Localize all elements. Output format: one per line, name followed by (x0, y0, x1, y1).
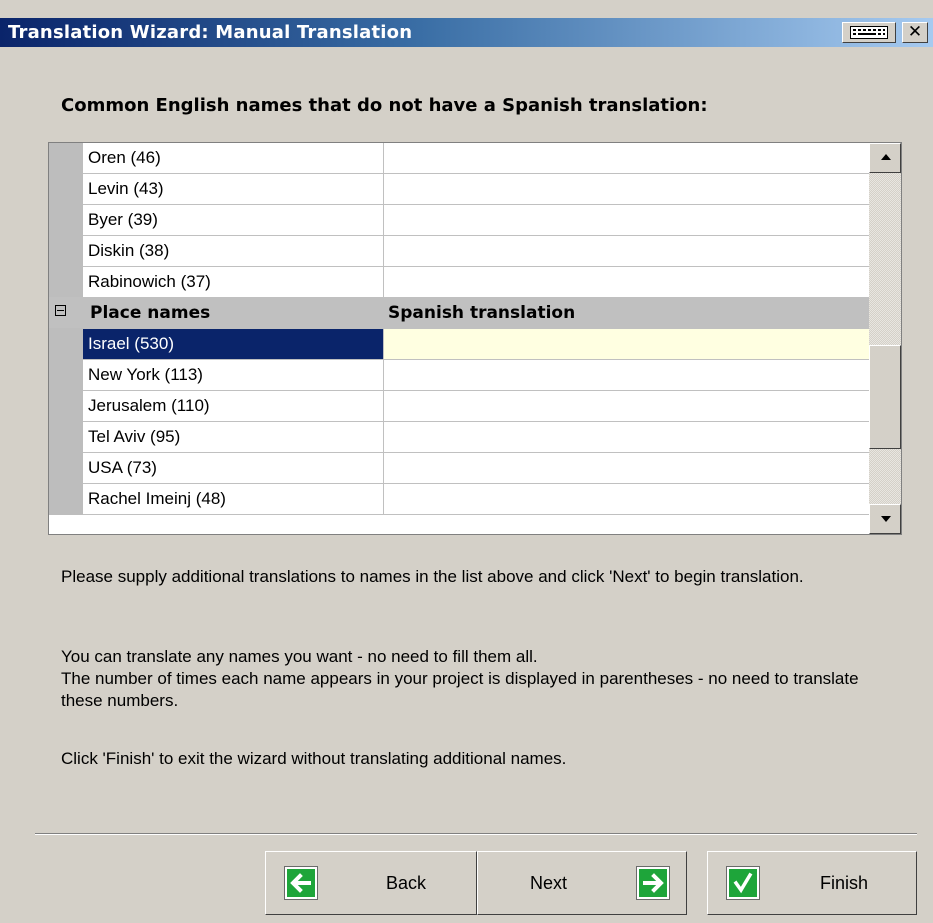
name-cell[interactable]: Israel (530) (83, 329, 384, 359)
arrow-right-icon (636, 866, 670, 900)
back-button[interactable]: Back (265, 851, 477, 915)
instruction-numbers: The number of times each name appears in… (61, 669, 859, 710)
table-row[interactable]: Rachel Imeinj (48) (49, 483, 869, 515)
table-row[interactable]: New York (113) (49, 359, 869, 391)
row-gutter (49, 390, 83, 422)
group-header-row[interactable]: Place names Spanish translation (49, 297, 869, 329)
row-gutter (49, 297, 83, 329)
back-label: Back (386, 873, 427, 893)
translation-cell[interactable] (384, 360, 874, 390)
table-row[interactable]: Diskin (38) (49, 235, 869, 267)
finish-label: Finish (820, 873, 869, 893)
arrow-left-icon (284, 866, 318, 900)
name-cell[interactable]: Levin (43) (83, 174, 384, 204)
footer-separator (35, 833, 917, 835)
instruction-any-names: You can translate any names you want - n… (61, 647, 538, 666)
group-name-cell: Place names (90, 303, 211, 323)
name-cell[interactable]: Tel Aviv (95) (83, 422, 384, 452)
names-grid: Oren (46) Levin (43) Byer (39) Diskin (38) R… (48, 142, 902, 535)
table-row[interactable]: Israel (530) (49, 328, 874, 360)
translation-cell[interactable] (384, 422, 874, 452)
instruction-supply: Please supply additional translations to… (61, 567, 804, 586)
keyboard-icon (850, 26, 888, 39)
arrow-up-icon (881, 154, 891, 160)
name-cell[interactable]: Rachel Imeinj (48) (83, 484, 384, 514)
row-gutter (49, 143, 83, 174)
grid-vertical-scrollbar[interactable] (869, 143, 901, 534)
translation-cell[interactable] (384, 174, 874, 204)
name-cell[interactable]: New York (113) (83, 360, 384, 390)
row-gutter (49, 421, 83, 453)
name-cell[interactable]: Byer (39) (83, 205, 384, 235)
translation-cell[interactable] (384, 391, 874, 421)
name-cell[interactable]: Oren (46) (83, 143, 384, 173)
row-gutter (49, 204, 83, 236)
page-heading: Common English names that do not have a … (61, 95, 708, 116)
row-gutter (49, 328, 83, 360)
arrow-down-icon (881, 516, 891, 522)
scroll-up-button[interactable] (869, 143, 901, 173)
translation-cell[interactable] (384, 453, 874, 483)
column-header-translation: Spanish translation (388, 303, 576, 323)
row-gutter (49, 483, 83, 515)
next-label: Next (530, 873, 568, 893)
title-bar: Translation Wizard: Manual Translation ✕ (0, 18, 933, 47)
instruction-finish: Click 'Finish' to exit the wizard withou… (61, 749, 567, 768)
row-gutter (49, 173, 83, 205)
name-cell[interactable]: Rabinowich (37) (83, 267, 384, 297)
name-cell[interactable]: USA (73) (83, 453, 384, 483)
collapse-icon[interactable] (55, 305, 66, 316)
translation-cell[interactable] (384, 143, 874, 173)
checkmark-icon (726, 866, 760, 900)
translation-cell[interactable] (384, 267, 874, 297)
table-row[interactable]: Rabinowich (37) (49, 266, 869, 298)
row-gutter (49, 266, 83, 298)
close-icon: ✕ (907, 22, 923, 42)
translation-cell[interactable] (384, 236, 874, 266)
translation-cell[interactable] (384, 484, 874, 514)
scroll-down-button[interactable] (869, 504, 901, 534)
table-row[interactable]: Byer (39) (49, 204, 869, 236)
row-gutter (49, 452, 83, 484)
keyboard-button[interactable] (842, 22, 896, 43)
window-title: Translation Wizard: Manual Translation (8, 22, 413, 43)
table-row[interactable]: Oren (46) (49, 143, 869, 174)
table-row[interactable]: Tel Aviv (95) (49, 421, 869, 453)
table-row[interactable]: USA (73) (49, 452, 869, 484)
row-gutter (49, 235, 83, 267)
table-row[interactable]: Jerusalem (110) (49, 390, 869, 422)
finish-button[interactable]: Finish (707, 851, 917, 915)
close-button[interactable]: ✕ (902, 22, 928, 43)
grid-rows: Oren (46) Levin (43) Byer (39) Diskin (38) R… (49, 143, 874, 515)
name-cell[interactable]: Diskin (38) (83, 236, 384, 266)
next-button[interactable]: Next (477, 851, 687, 915)
table-row[interactable]: Levin (43) (49, 173, 869, 205)
translation-cell[interactable] (384, 329, 874, 359)
row-gutter (49, 359, 83, 391)
translation-cell[interactable] (384, 205, 874, 235)
scroll-thumb[interactable] (869, 345, 901, 449)
name-cell[interactable]: Jerusalem (110) (83, 391, 384, 421)
